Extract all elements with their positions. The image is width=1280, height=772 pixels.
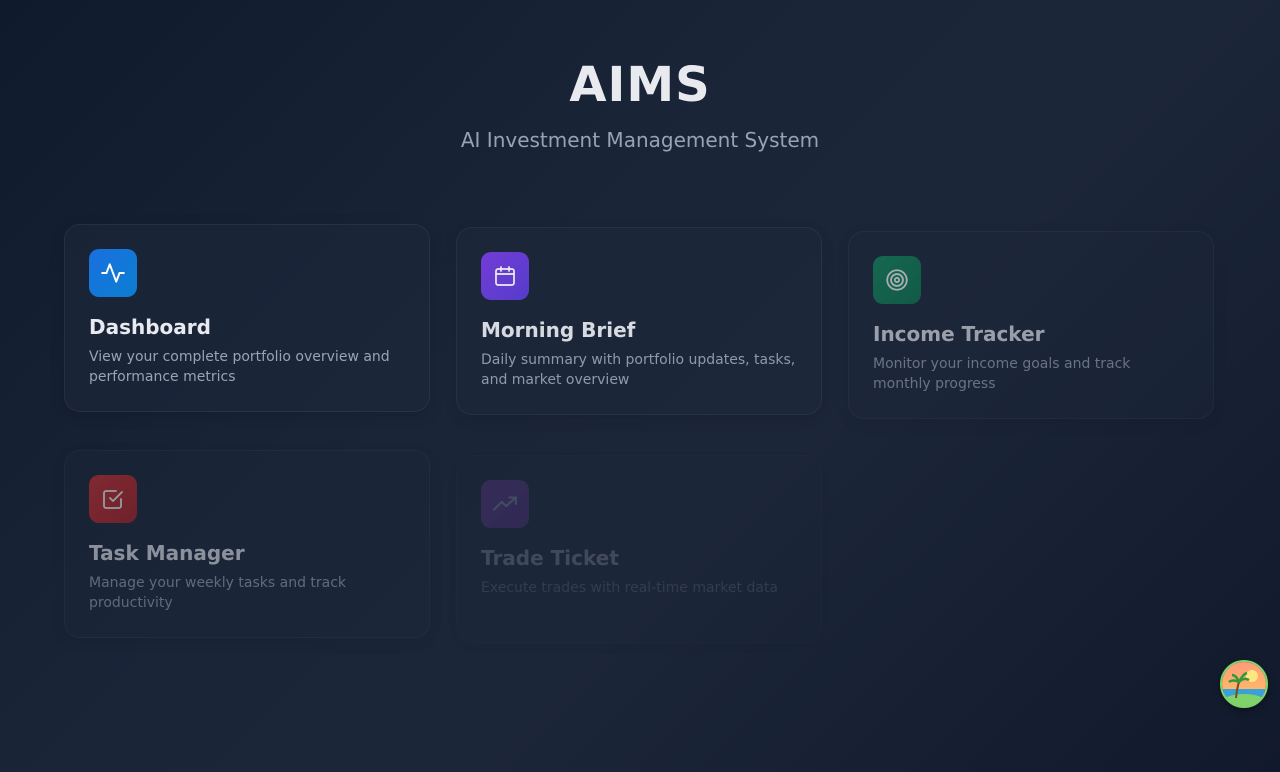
- card-title: Dashboard: [89, 315, 211, 339]
- target-icon: [873, 256, 921, 304]
- card-description: Daily summary with portfolio updates, ta…: [481, 352, 796, 388]
- checkbox-icon: [89, 475, 137, 523]
- card-title: Morning Brief: [481, 318, 636, 342]
- app-subtitle: AI Investment Management System: [460, 128, 820, 152]
- trade-ticket-card[interactable]: Trade Ticket Execute trades with real-ti…: [456, 455, 822, 643]
- card-title: Task Manager: [89, 541, 245, 565]
- user-avatar[interactable]: [1220, 660, 1268, 708]
- card-description: Monitor your income goals and track mont…: [873, 356, 1131, 392]
- card-description: Manage your weekly tasks and track produ…: [89, 575, 347, 611]
- dashboard-card[interactable]: Dashboard View your complete portfolio o…: [64, 224, 430, 412]
- task-manager-card[interactable]: Task Manager Manage your weekly tasks an…: [64, 450, 430, 638]
- card-description: View your complete portfolio overview an…: [89, 349, 390, 385]
- beach-avatar-icon: [1222, 662, 1266, 706]
- calendar-icon: [481, 252, 529, 300]
- trending-up-icon: [481, 480, 529, 528]
- activity-icon: [89, 249, 137, 297]
- income-tracker-card[interactable]: Income Tracker Monitor your income goals…: [848, 231, 1214, 419]
- card-description: Execute trades with real-time market dat…: [481, 580, 778, 596]
- card-title: Trade Ticket: [481, 546, 619, 570]
- morning-brief-card[interactable]: Morning Brief Daily summary with portfol…: [456, 227, 822, 415]
- app-title: AIMS: [569, 57, 711, 113]
- card-title: Income Tracker: [873, 322, 1045, 346]
